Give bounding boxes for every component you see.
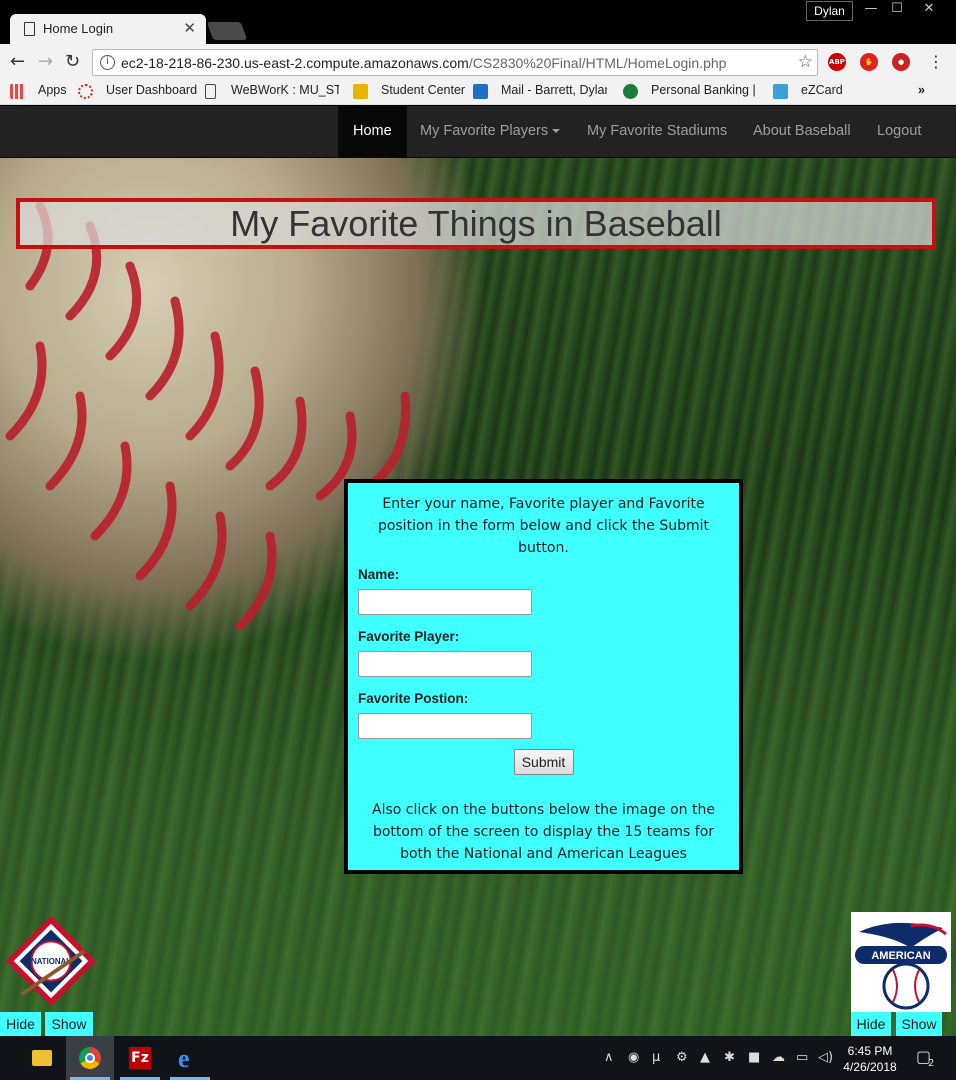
- bookmark-student-center[interactable]: Student Center: [381, 83, 465, 97]
- nav-about-baseball[interactable]: About Baseball: [753, 106, 851, 157]
- tray-expand-icon[interactable]: ∧: [604, 1050, 614, 1065]
- steam-icon[interactable]: ⚙: [676, 1050, 688, 1065]
- nav-favorite-stadiums[interactable]: My Favorite Stadiums: [587, 106, 727, 157]
- forward-icon[interactable]: →: [38, 51, 53, 72]
- new-tab-button[interactable]: [206, 22, 248, 40]
- bank-icon: [623, 84, 638, 99]
- cloud-icon[interactable]: ☁: [772, 1050, 785, 1065]
- name-input[interactable]: [358, 589, 532, 615]
- bookmark-star-icon[interactable]: ☆: [798, 52, 813, 72]
- favorite-player-input[interactable]: [358, 651, 532, 677]
- network-icon[interactable]: ▭: [796, 1050, 808, 1065]
- reload-icon[interactable]: ↻: [65, 51, 80, 72]
- ublock-icon[interactable]: ✋: [860, 53, 878, 71]
- minimize-icon[interactable]: —: [858, 0, 884, 20]
- browser-tab[interactable]: Home Login ✕: [10, 14, 206, 44]
- favorites-form: Enter your name, Favorite player and Fav…: [344, 479, 743, 874]
- nav-favorite-players-label: My Favorite Players: [420, 123, 549, 139]
- favorite-player-label: Favorite Player:: [358, 629, 460, 644]
- browser-titlebar: Home Login ✕ Dylan — ☐ ✕: [0, 0, 956, 44]
- caret-down-icon: [552, 129, 561, 134]
- address-bar[interactable]: i ec2-18-218-86-230.us-east-2.compute.am…: [92, 49, 818, 76]
- form-instructions: Enter your name, Favorite player and Fav…: [377, 496, 710, 556]
- filezilla-logo: Fz: [129, 1047, 151, 1069]
- page-banner: My Favorite Things in Baseball: [16, 198, 936, 249]
- favorite-position-label: Favorite Postion:: [358, 691, 469, 706]
- bookmark-ezcard[interactable]: eZCard: [801, 83, 843, 97]
- file-explorer-icon[interactable]: [18, 1036, 66, 1080]
- bookmark-banking[interactable]: Personal Banking | C: [651, 83, 759, 97]
- url-text: ec2-18-218-86-230.us-east-2.compute.amaz…: [121, 55, 726, 71]
- more-bookmarks-icon[interactable]: »: [918, 83, 925, 97]
- chrome-taskbar-icon[interactable]: [66, 1036, 114, 1080]
- page-title: My Favorite Things in Baseball: [230, 203, 722, 244]
- ghost-icon[interactable]: ●: [892, 53, 910, 71]
- dashboard-icon: [78, 84, 93, 99]
- clock-date: 4/26/2018: [843, 1060, 897, 1074]
- bookmark-webwork[interactable]: WeBWorK : MU_STAT: [231, 83, 339, 97]
- filezilla-icon[interactable]: Fz: [116, 1036, 164, 1080]
- url-path: /CS2830%20Final/HTML/HomeLogin.php: [468, 55, 727, 71]
- windows-taskbar: Fz e ∧ ◉ µ ⚙ ▲ ✱ ■ ☁ ▭ ◁) 6:45 PM 4/26/2…: [0, 1036, 956, 1080]
- taskbar-clock[interactable]: 6:45 PM 4/26/2018: [834, 1043, 906, 1075]
- edge-logo: e: [178, 1044, 190, 1073]
- menu-icon[interactable]: ⋮: [928, 52, 944, 71]
- url-host: ec2-18-218-86-230.us-east-2.compute.amaz…: [121, 55, 469, 71]
- bookmarks-bar: Apps User Dashboard WeBWorK : MU_STAT St…: [0, 80, 956, 105]
- form-footer-text: Also click on the buttons below the imag…: [372, 802, 715, 862]
- profile-button[interactable]: Dylan: [806, 1, 853, 21]
- national-show-button[interactable]: Show: [45, 1012, 93, 1036]
- maximize-icon[interactable]: ☐: [884, 0, 910, 20]
- gear-icon[interactable]: ✱: [724, 1050, 735, 1065]
- mizzou-icon: [353, 84, 368, 99]
- network-drive-icon[interactable]: ▲: [700, 1050, 710, 1065]
- browser-toolbar: ← → ↻ i ec2-18-218-86-230.us-east-2.comp…: [0, 44, 956, 80]
- edge-icon[interactable]: e: [166, 1036, 214, 1080]
- bookmark-user-dashboard[interactable]: User Dashboard: [106, 83, 197, 97]
- folder-shape: [32, 1050, 52, 1066]
- site-navbar: Home My Favorite Players My Favorite Sta…: [0, 106, 956, 158]
- page-icon: [205, 84, 216, 99]
- close-window-icon[interactable]: ✕: [916, 0, 942, 20]
- national-league-logo[interactable]: NATIONAL: [2, 912, 100, 1010]
- clock-time: 6:45 PM: [847, 1044, 893, 1058]
- back-icon[interactable]: ←: [10, 51, 25, 72]
- tab-title: Home Login: [43, 21, 114, 36]
- favorite-position-input[interactable]: [358, 713, 532, 739]
- adblock-icon[interactable]: ABP: [828, 53, 846, 71]
- notifications-count: 2: [928, 1058, 935, 1069]
- outlook-icon: [473, 84, 488, 99]
- volume-icon[interactable]: ◁): [818, 1050, 833, 1065]
- web-page: Home My Favorite Players My Favorite Sta…: [0, 106, 956, 1036]
- name-label: Name:: [358, 567, 400, 582]
- bookmark-apps[interactable]: Apps: [38, 83, 67, 97]
- page-icon: [24, 22, 35, 36]
- national-hide-button[interactable]: Hide: [0, 1012, 41, 1036]
- apps-grid-icon: [10, 84, 25, 99]
- nav-home[interactable]: Home: [338, 106, 407, 157]
- utorrent-icon[interactable]: µ: [652, 1050, 660, 1065]
- submit-button[interactable]: Submit: [513, 749, 574, 775]
- nav-favorite-players[interactable]: My Favorite Players: [420, 106, 561, 157]
- close-tab-icon[interactable]: ✕: [183, 19, 196, 37]
- chrome-logo-center: [85, 1053, 95, 1063]
- info-icon[interactable]: i: [100, 55, 115, 70]
- discord-icon[interactable]: ◉: [628, 1050, 639, 1065]
- ezcard-icon: [773, 84, 788, 99]
- american-hide-button[interactable]: Hide: [851, 1012, 891, 1036]
- nvidia-icon[interactable]: ■: [748, 1050, 760, 1065]
- american-logo-text: AMERICAN: [871, 950, 930, 962]
- bookmark-mail[interactable]: Mail - Barrett, Dylan: [501, 83, 607, 97]
- nav-logout[interactable]: Logout: [877, 106, 921, 157]
- american-league-logo[interactable]: AMERICAN: [851, 912, 951, 1012]
- american-show-button[interactable]: Show: [896, 1012, 942, 1036]
